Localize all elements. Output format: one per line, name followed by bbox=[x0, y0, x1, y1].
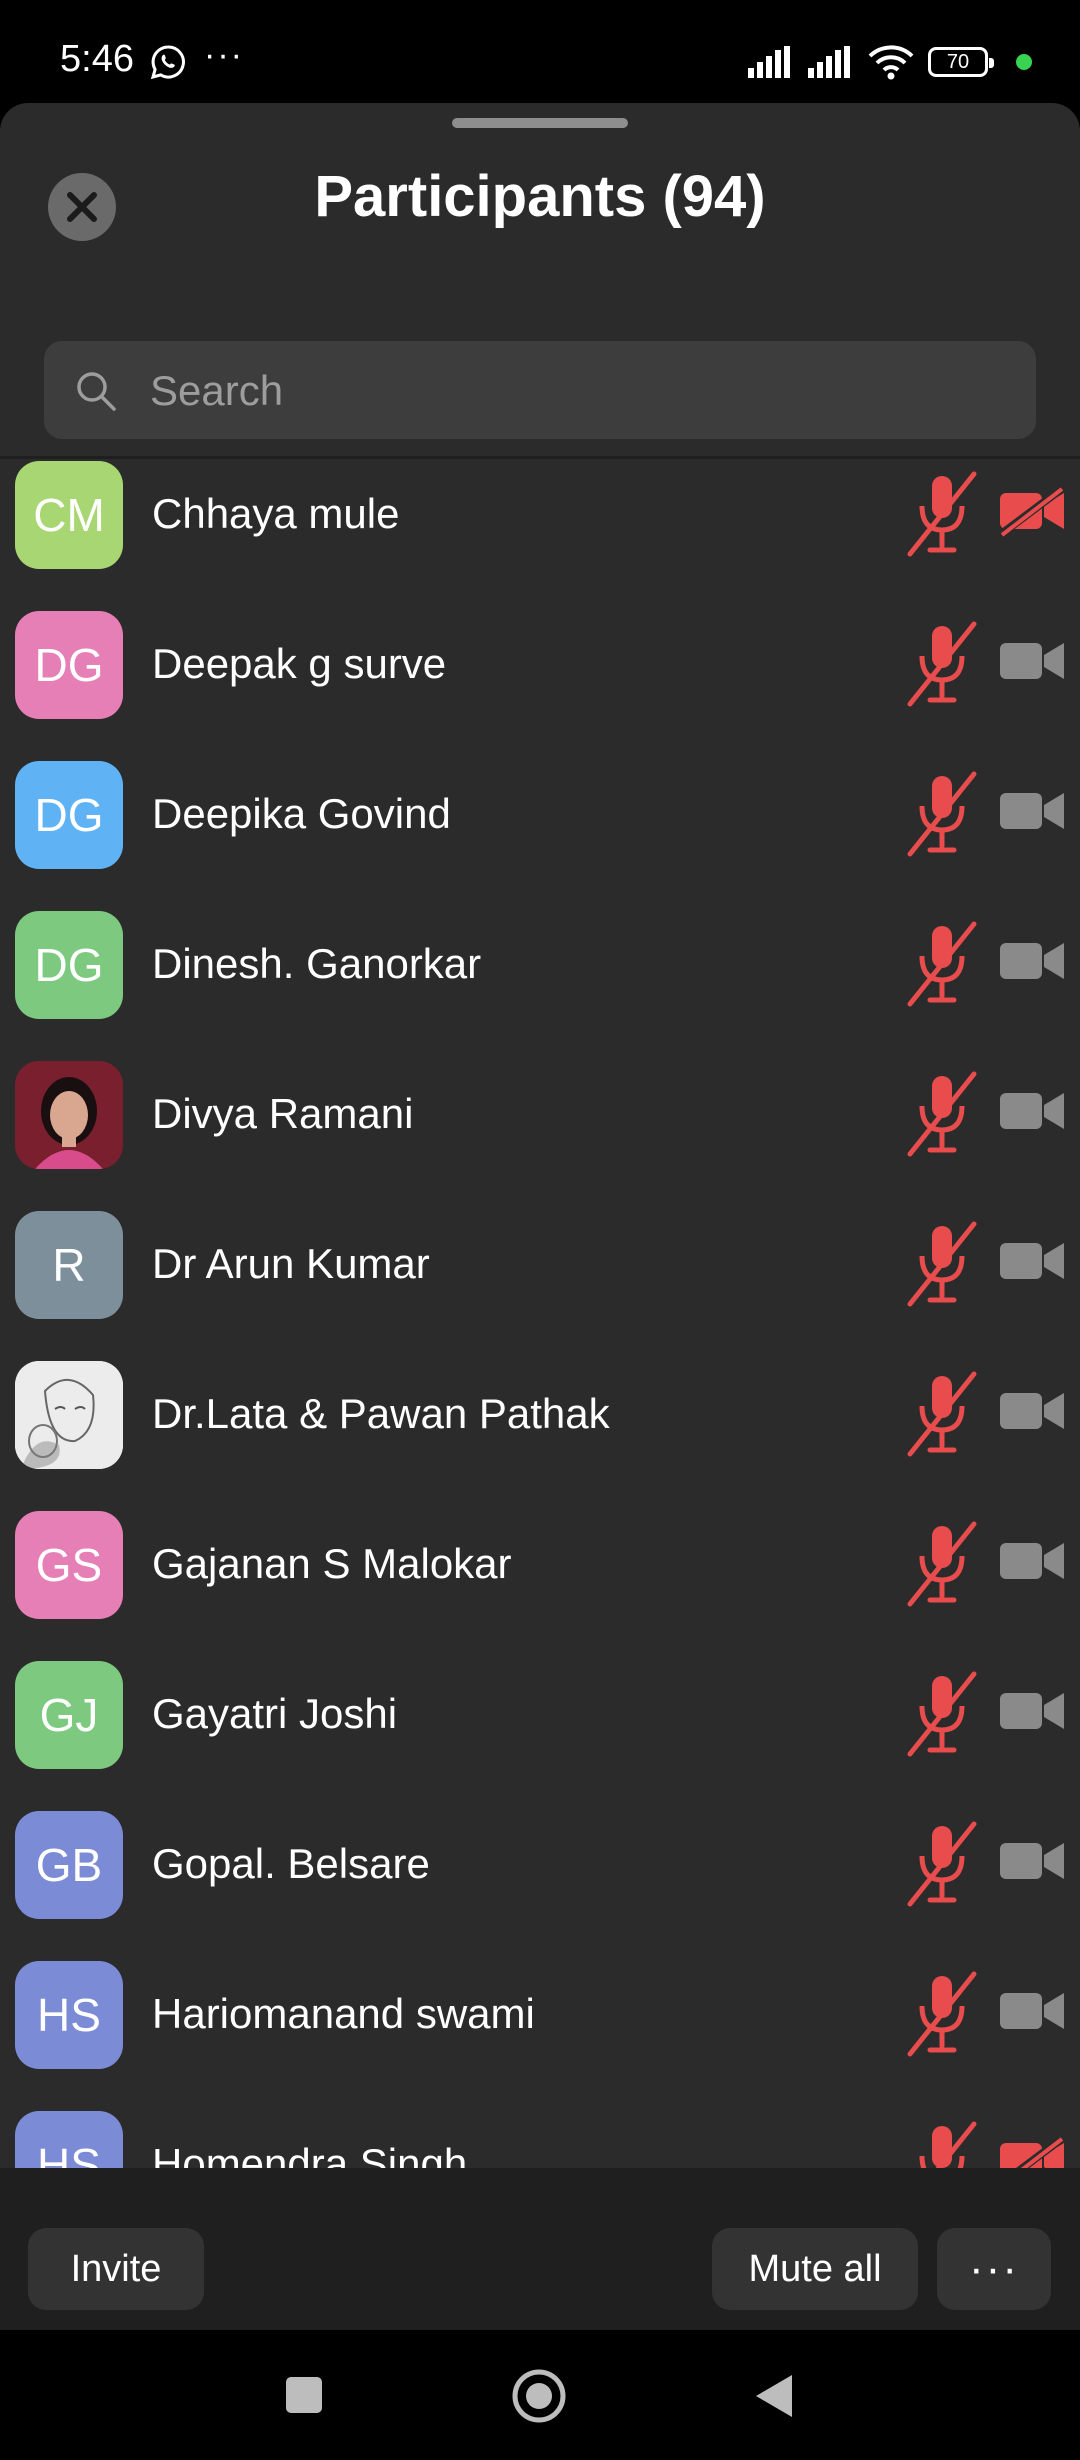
participant-name: Divya Ramani bbox=[152, 1090, 414, 1137]
video-off-icon bbox=[1000, 2135, 1066, 2168]
mic-muted-icon bbox=[907, 771, 977, 857]
participant-row[interactable]: Dr.Lata & Pawan Pathak bbox=[0, 1340, 1080, 1490]
participant-name: Dr Arun Kumar bbox=[152, 1240, 430, 1287]
avatar-initials: DG bbox=[34, 639, 104, 691]
mic-muted-icon bbox=[907, 1371, 977, 1457]
video-icon bbox=[1000, 943, 1064, 979]
avatar: HS bbox=[15, 2111, 123, 2168]
participant-row[interactable]: DG Deepak g surve bbox=[0, 590, 1080, 740]
wifi-icon bbox=[868, 45, 914, 80]
participant-name: Gopal. Belsare bbox=[152, 1840, 430, 1887]
mute-all-button[interactable]: Mute all bbox=[712, 2228, 918, 2310]
participant-name: Hariomanand swami bbox=[152, 1990, 535, 2037]
mic-muted-icon bbox=[907, 471, 977, 557]
video-icon bbox=[1000, 1093, 1064, 1129]
participant-row[interactable]: DG Dinesh. Ganorkar bbox=[0, 890, 1080, 1040]
avatar: DG bbox=[15, 611, 123, 719]
more-options-button[interactable]: ··· bbox=[937, 2228, 1051, 2310]
avatar: DG bbox=[15, 911, 123, 1019]
avatar-photo bbox=[15, 1361, 123, 1469]
status-time: 5:46 bbox=[60, 38, 134, 80]
participant-name: Deepak g surve bbox=[152, 640, 447, 687]
participant-row[interactable]: R Dr Arun Kumar bbox=[0, 1190, 1080, 1340]
participants-sheet: Participants (94) CM Chhaya mule DG Deepak… bbox=[0, 103, 1080, 2168]
avatar-initials: HS bbox=[37, 1989, 101, 2041]
back-icon[interactable] bbox=[752, 2373, 796, 2419]
participant-name: Chhaya mule bbox=[152, 490, 400, 537]
privacy-indicator-dot bbox=[1016, 54, 1032, 70]
avatar-photo bbox=[15, 1061, 123, 1169]
mic-muted-icon bbox=[907, 1821, 977, 1907]
battery-level: 70 bbox=[946, 50, 970, 73]
signal-icon bbox=[748, 46, 790, 78]
video-icon bbox=[1000, 1993, 1064, 2029]
participant-row[interactable]: Divya Ramani bbox=[0, 1040, 1080, 1190]
search-bar[interactable] bbox=[44, 341, 1036, 441]
participant-name: Dinesh. Ganorkar bbox=[152, 940, 482, 987]
status-right: 70 bbox=[748, 42, 1032, 82]
participant-row[interactable]: GJ Gayatri Joshi bbox=[0, 1640, 1080, 1790]
participant-name: Homendra Singh bbox=[152, 2140, 468, 2168]
home-icon[interactable] bbox=[511, 2368, 567, 2424]
video-icon bbox=[1000, 1543, 1064, 1579]
participant-row[interactable]: GB Gopal. Belsare bbox=[0, 1790, 1080, 1940]
mic-muted-icon bbox=[907, 621, 977, 707]
system-nav-bar bbox=[0, 2330, 1080, 2460]
avatar-initials: GJ bbox=[39, 1689, 99, 1741]
divider bbox=[0, 456, 1080, 459]
mic-muted-icon bbox=[907, 921, 977, 1007]
video-icon bbox=[1000, 643, 1064, 679]
status-more: ··· bbox=[204, 36, 244, 74]
video-icon bbox=[1000, 1393, 1064, 1429]
avatar: GS bbox=[15, 1511, 123, 1619]
video-icon bbox=[1000, 1693, 1064, 1729]
avatar-initials: CM bbox=[33, 489, 105, 541]
video-icon bbox=[1000, 793, 1064, 829]
avatar: GJ bbox=[15, 1661, 123, 1769]
drag-handle[interactable] bbox=[452, 118, 628, 128]
mic-muted-icon bbox=[907, 1671, 977, 1757]
whatsapp-icon bbox=[150, 45, 185, 80]
participant-row[interactable]: CM Chhaya mule bbox=[0, 460, 1080, 590]
avatar: DG bbox=[15, 761, 123, 869]
participant-row[interactable]: GS Gajanan S Malokar bbox=[0, 1490, 1080, 1640]
mic-muted-icon bbox=[907, 1971, 977, 2057]
participant-row[interactable]: HS Homendra Singh bbox=[0, 2090, 1080, 2168]
avatar-initials: DG bbox=[34, 789, 104, 841]
avatar-initials: R bbox=[52, 1239, 86, 1291]
video-icon bbox=[1000, 1843, 1064, 1879]
avatar-initials: DG bbox=[34, 939, 104, 991]
search-icon bbox=[77, 372, 116, 411]
participant-name: Dr.Lata & Pawan Pathak bbox=[152, 1390, 610, 1437]
mic-muted-icon bbox=[907, 1221, 977, 1307]
participant-row[interactable]: DG Deepika Govind bbox=[0, 740, 1080, 890]
avatar-initials: GB bbox=[35, 1839, 103, 1891]
mic-muted-icon bbox=[919, 2121, 977, 2168]
avatar: HS bbox=[15, 1961, 123, 2069]
participant-name: Gajanan S Malokar bbox=[152, 1540, 512, 1587]
avatar: R bbox=[15, 1211, 123, 1319]
video-off-icon bbox=[998, 485, 1066, 537]
status-bar: 5:46 ··· 70 bbox=[0, 0, 1080, 105]
participant-name: Deepika Govind bbox=[152, 790, 451, 837]
mic-muted-icon bbox=[907, 1071, 977, 1157]
page-title: Participants (94) bbox=[314, 164, 766, 229]
mic-muted-icon bbox=[907, 1521, 977, 1607]
bottom-action-bar: Invite Mute all ··· bbox=[0, 2168, 1080, 2330]
avatar-initials: HS bbox=[37, 2139, 101, 2168]
avatar: CM bbox=[15, 461, 123, 569]
search-input[interactable] bbox=[148, 341, 1012, 441]
recents-icon[interactable] bbox=[284, 2375, 324, 2415]
video-icon bbox=[1000, 1243, 1064, 1279]
avatar-initials: GS bbox=[35, 1539, 103, 1591]
avatar: GB bbox=[15, 1811, 123, 1919]
participant-name: Gayatri Joshi bbox=[152, 1690, 398, 1737]
participant-list[interactable]: CM Chhaya mule DG Deepak g surve DG Deepika… bbox=[0, 460, 1080, 2168]
participant-row[interactable]: HS Hariomanand swami bbox=[0, 1940, 1080, 2090]
signal-icon-2 bbox=[808, 46, 850, 78]
battery-icon: 70 bbox=[928, 47, 994, 77]
invite-button[interactable]: Invite bbox=[28, 2228, 204, 2310]
